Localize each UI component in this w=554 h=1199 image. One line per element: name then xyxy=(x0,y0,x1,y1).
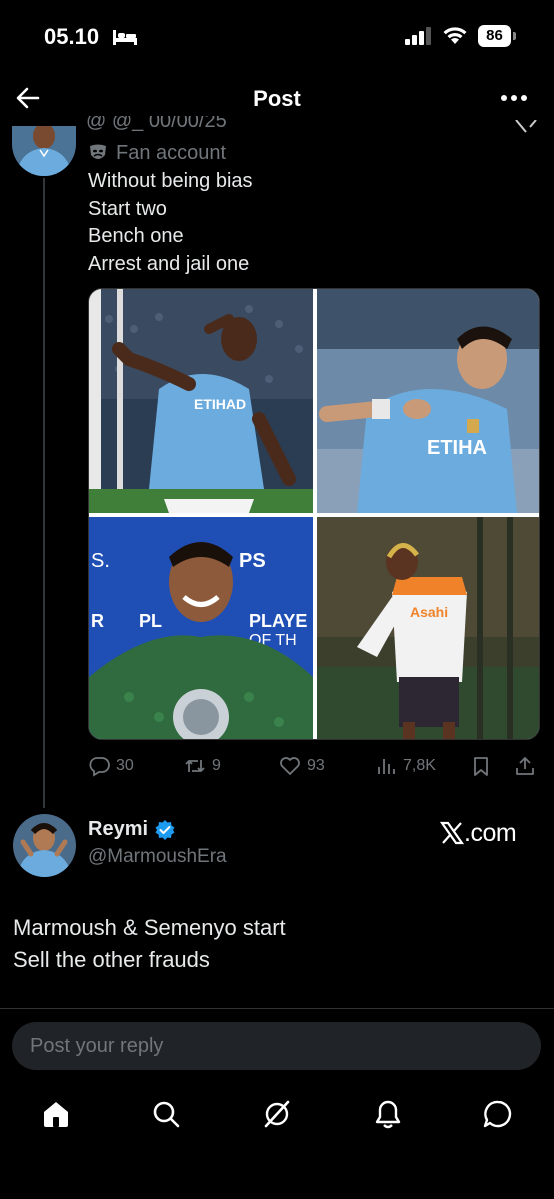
repost-count: 9 xyxy=(212,757,221,774)
repost-action[interactable]: 9 xyxy=(184,752,221,780)
reply-input[interactable]: Post your reply xyxy=(12,1022,541,1070)
avatar[interactable] xyxy=(13,814,76,877)
fan-label: Fan account xyxy=(116,141,227,164)
reply-post-text: Marmoush & Semenyo start Sell the other … xyxy=(13,912,286,976)
display-name[interactable]: Reymi xyxy=(88,818,148,841)
reply-icon xyxy=(89,757,110,777)
media-photo-3[interactable]: S. PS PLAYE OF TH PL R xyxy=(89,517,313,739)
status-time: 05.10 xyxy=(44,24,100,49)
bookmark-action[interactable] xyxy=(470,752,498,780)
x-logo-icon xyxy=(440,821,464,845)
text-line: Start two xyxy=(88,197,167,220)
like-action[interactable]: 93 xyxy=(279,752,325,780)
battery-indicator: 86 xyxy=(478,25,516,47)
media-photo-1[interactable]: ETIHAD xyxy=(89,289,313,513)
svg-text:PLAYE: PLAYE xyxy=(249,611,307,631)
x-logo-icon xyxy=(515,120,537,133)
text-line: Bench one xyxy=(88,225,184,247)
text-line: Without being bias xyxy=(88,170,253,192)
parent-post[interactable]: @ @_ 00/00/25 Fan account Without being … xyxy=(0,116,554,808)
post-actions: 30 9 93 7,8K xyxy=(88,752,544,782)
media-photo-2[interactable]: ETIHA xyxy=(317,289,539,513)
parent-post-text: Without being bias Start two Bench one A… xyxy=(88,168,253,278)
wifi-icon xyxy=(443,27,467,44)
thread-line xyxy=(43,178,45,808)
svg-text:PL: PL xyxy=(139,611,162,631)
bookmark-icon xyxy=(474,757,488,776)
text-line: Arrest and jail one xyxy=(88,252,250,275)
status-bar: 05.10 86 xyxy=(0,0,554,72)
text-line: Marmoush & Semenyo start xyxy=(13,915,286,940)
message-icon[interactable] xyxy=(482,1098,514,1130)
svg-text:S.: S. xyxy=(91,550,110,572)
repost-icon xyxy=(185,760,205,772)
avatar[interactable] xyxy=(12,126,76,176)
author-row[interactable]: Reymi xyxy=(88,818,176,841)
mask-icon xyxy=(90,144,106,159)
battery-level: 86 xyxy=(478,25,511,47)
reply-post[interactable]: Reymi @MarmoushEra .com Marmoush & Semen… xyxy=(0,812,554,992)
reply-action[interactable]: 30 xyxy=(88,752,134,780)
svg-text:PS: PS xyxy=(239,550,266,572)
page-title: Post xyxy=(253,86,301,111)
signal-icon xyxy=(405,27,431,45)
media-photo-4[interactable]: Asahi xyxy=(317,517,539,739)
views-action[interactable]: 7,8K xyxy=(375,752,436,780)
more-icon[interactable] xyxy=(498,86,530,110)
views-icon xyxy=(378,759,395,774)
svg-text:ETIHAD: ETIHAD xyxy=(194,396,246,412)
svg-text:R: R xyxy=(91,611,104,631)
search-icon[interactable] xyxy=(150,1098,182,1130)
verified-icon xyxy=(155,819,175,840)
svg-text:ETIHA: ETIHA xyxy=(427,437,487,459)
bottom-nav xyxy=(0,1090,554,1146)
media-grid[interactable]: ETIHAD ETIHA S. PS PLAYE OF TH PL R Asah… xyxy=(88,288,540,740)
battery-cap xyxy=(513,32,516,40)
parent-author-cut: @ @_ 00/00/25 xyxy=(86,116,366,132)
parent-author-meta: @ @_ 00/00/25 xyxy=(86,116,227,132)
svg-text:Asahi: Asahi xyxy=(410,604,448,620)
handle[interactable]: @MarmoushEra xyxy=(88,846,227,868)
views-count: 7,8K xyxy=(403,757,436,774)
grok-icon[interactable] xyxy=(261,1098,293,1130)
bed-icon xyxy=(113,30,137,45)
source-watermark: .com xyxy=(440,818,517,848)
source-text: .com xyxy=(464,818,517,847)
fan-account-label: Fan account xyxy=(88,140,226,166)
share-icon xyxy=(516,757,534,775)
divider xyxy=(0,1008,554,1009)
like-icon xyxy=(280,757,300,775)
bell-icon[interactable] xyxy=(372,1098,404,1130)
like-count: 93 xyxy=(307,757,325,774)
reply-count: 30 xyxy=(116,757,134,774)
text-line: Sell the other frauds xyxy=(13,947,210,972)
home-icon[interactable] xyxy=(40,1098,72,1130)
share-action[interactable] xyxy=(514,752,542,780)
